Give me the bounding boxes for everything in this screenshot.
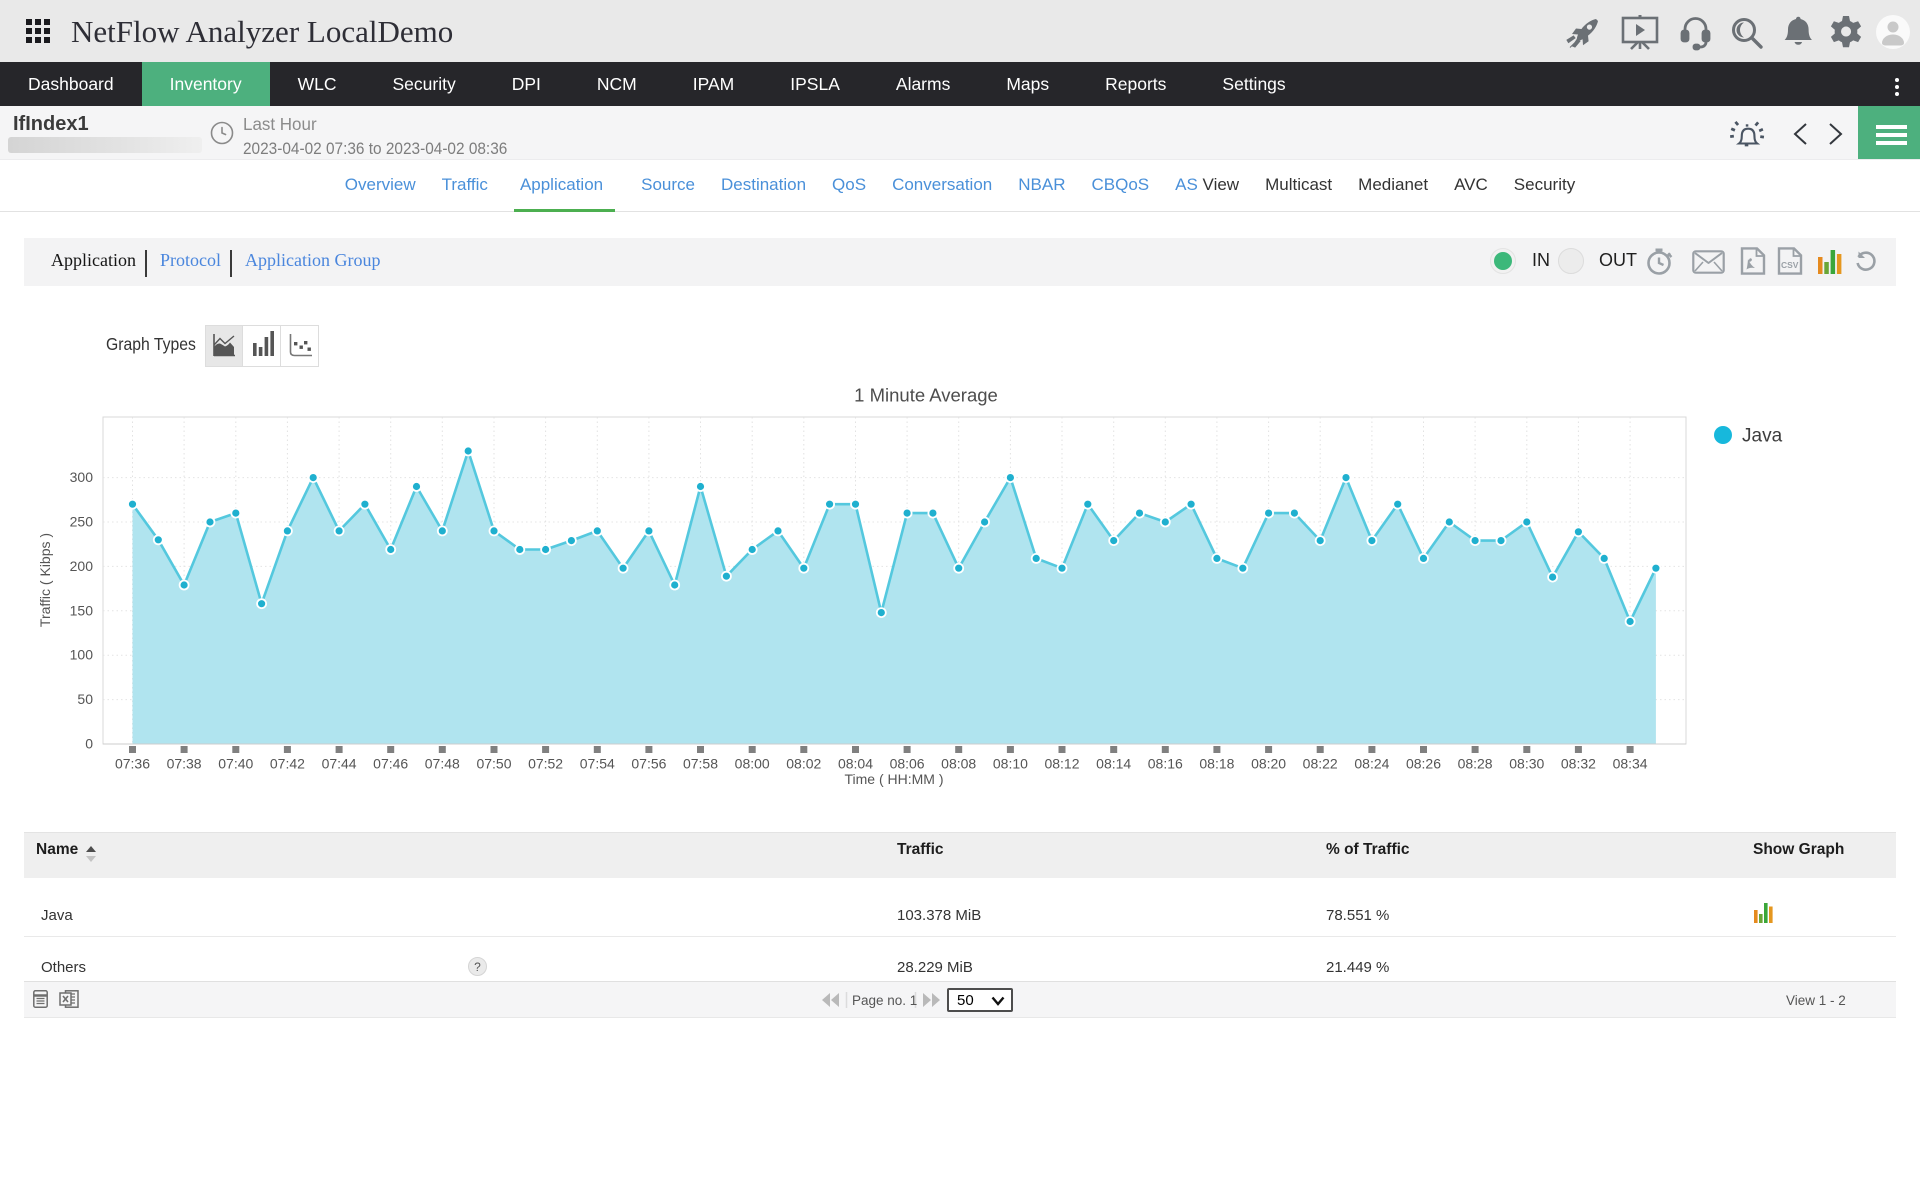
svg-text:08:28: 08:28 <box>1458 756 1493 772</box>
svg-text:08:18: 08:18 <box>1199 756 1234 772</box>
svg-text:07:38: 07:38 <box>167 756 202 772</box>
svg-text:07:44: 07:44 <box>322 756 357 772</box>
svg-text:07:52: 07:52 <box>528 756 563 772</box>
svg-text:08:16: 08:16 <box>1148 756 1183 772</box>
svg-text:07:46: 07:46 <box>373 756 408 772</box>
svg-text:150: 150 <box>70 602 94 618</box>
svg-text:08:24: 08:24 <box>1354 756 1389 772</box>
svg-text:Time ( HH:MM ): Time ( HH:MM ) <box>844 771 943 787</box>
svg-text:300: 300 <box>70 469 94 485</box>
svg-text:08:22: 08:22 <box>1303 756 1338 772</box>
svg-text:07:50: 07:50 <box>476 756 511 772</box>
svg-text:250: 250 <box>70 514 94 530</box>
svg-text:08:20: 08:20 <box>1251 756 1286 772</box>
svg-text:CSV: CSV <box>1781 260 1799 270</box>
svg-text:50: 50 <box>77 691 93 707</box>
svg-text:07:40: 07:40 <box>218 756 253 772</box>
svg-text:0: 0 <box>85 736 93 752</box>
svg-text:1 Minute Average: 1 Minute Average <box>854 385 998 406</box>
svg-text:07:54: 07:54 <box>580 756 615 772</box>
svg-text:08:04: 08:04 <box>838 756 873 772</box>
svg-text:08:00: 08:00 <box>735 756 770 772</box>
svg-text:08:10: 08:10 <box>993 756 1028 772</box>
svg-text:07:36: 07:36 <box>115 756 150 772</box>
svg-text:08:08: 08:08 <box>941 756 976 772</box>
svg-text:Traffic ( Kibps ): Traffic ( Kibps ) <box>37 533 53 627</box>
svg-text:08:26: 08:26 <box>1406 756 1441 772</box>
svg-text:08:02: 08:02 <box>786 756 821 772</box>
svg-text:07:42: 07:42 <box>270 756 305 772</box>
svg-text:08:12: 08:12 <box>1044 756 1079 772</box>
svg-text:100: 100 <box>70 647 94 663</box>
svg-text:07:48: 07:48 <box>425 756 460 772</box>
svg-text:Java: Java <box>1742 426 1783 447</box>
svg-text:08:34: 08:34 <box>1613 756 1648 772</box>
svg-text:08:14: 08:14 <box>1096 756 1131 772</box>
svg-text:08:32: 08:32 <box>1561 756 1596 772</box>
svg-text:200: 200 <box>70 558 94 574</box>
svg-text:07:58: 07:58 <box>683 756 718 772</box>
svg-text:07:56: 07:56 <box>631 756 666 772</box>
svg-text:08:06: 08:06 <box>890 756 925 772</box>
svg-text:08:30: 08:30 <box>1509 756 1544 772</box>
